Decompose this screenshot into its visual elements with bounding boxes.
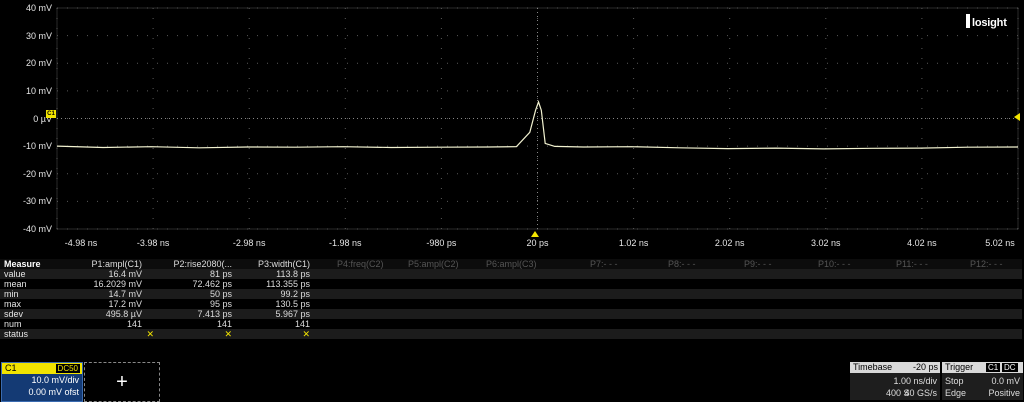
p1-num: 141 [126,319,142,329]
brand-logo: losight [966,14,1007,29]
p3-min: 99.2 ps [280,289,310,299]
timebase-delay: -20 ps [912,362,938,372]
p3-num: 141 [294,319,310,329]
y-tick-label: 20 mV [25,58,52,69]
trigger-slope: Positive [988,388,1020,398]
row-label: max [4,299,22,309]
row-label: sdev [4,309,24,319]
x-tick-label: 5.02 ns [985,238,1015,248]
row-label: min [4,289,19,299]
p2-min: 50 ps [209,289,232,299]
channel-header: C1 DC50 [2,363,82,374]
param-header-p6[interactable]: P6:ampl(C3) [486,259,537,269]
param-header-p4[interactable]: P4:freq(C2) [337,259,384,269]
trigger-source-badge: C1 [986,363,1001,372]
x-tick-label: -2.98 ns [232,238,266,248]
p1-value: 16.4 mV [108,269,142,279]
x-tick-label: -3.98 ns [136,238,170,248]
measure-row-max: max 17.2 mV 95 ps 130.5 ps [0,299,1022,309]
p3-mean: 113.355 ps [266,279,310,289]
param-header-p8[interactable]: P8:- - - [668,259,696,269]
trigger-type: Edge [945,388,967,398]
param-header-p11[interactable]: P11:- - - [896,259,928,269]
param-header-p3[interactable]: P3:width(C1) [258,259,310,269]
x-tick-label: -4.98 ns [64,238,98,248]
x-tick-label: 2.02 ns [714,238,745,248]
y-tick-label: -10 mV [22,141,52,152]
x-tick-label: 3.02 ns [811,238,841,248]
channel-coupling-badge: DC50 [55,364,80,373]
param-header-p1[interactable]: P1:ampl(C1) [91,259,142,269]
trigger-header: Trigger C1 DC [942,362,1023,373]
p1-sdev: 495.8 µV [105,309,142,319]
p2-value: 81 ps [209,269,232,279]
p3-value: 113.8 ps [276,269,310,279]
row-label: value [4,269,26,279]
p1-max: 17.2 mV [108,299,142,309]
p2-status-icon: ✕ [224,329,232,339]
p3-max: 130.5 ps [275,299,310,309]
add-trace-button[interactable]: + [84,362,160,402]
measure-row-min: min 14.7 mV 50 ps 99.2 ps [0,289,1022,299]
p1-status-icon: ✕ [146,329,154,339]
trigger-position-marker-icon[interactable] [531,231,539,237]
trigger-mode: Stop [945,376,964,386]
channel-name: C1 [5,363,17,373]
timebase-header: Timebase -20 ps [850,362,940,373]
row-label: mean [4,279,27,289]
y-tick-label: 30 mV [25,30,52,41]
logo-mark-icon [966,14,970,28]
trigger-coupling-badge: DC [1002,363,1018,372]
measure-row-status: status ✕ ✕ ✕ [0,329,1022,339]
measure-title: Measure [4,259,41,269]
param-header-p7[interactable]: P7:- - - [590,259,618,269]
timebase-tdiv: 1.00 ns/div [893,376,937,386]
y-tick-label: 40 mV [25,3,52,13]
p2-num: 141 [216,319,232,329]
x-tick-label: 4.02 ns [907,238,937,248]
timebase-rate: 40 GS/s [904,388,937,398]
measure-row-num: num 141 141 141 [0,319,1022,329]
y-tick-label: -20 mV [22,168,52,179]
trigger-descriptor[interactable]: Trigger C1 DC Stop 0.0 mV Edge Positive [942,362,1023,400]
param-header-p12[interactable]: P12:- - - [970,259,1003,269]
channel-vdiv: 10.0 mV/div [31,375,79,385]
logo-text: losight [972,17,1007,29]
measure-row-mean: mean 16.2029 mV 72.462 ps 113.355 ps [0,279,1022,289]
y-tick-label: -30 mV [22,196,52,207]
channel-ground-marker[interactable]: C1 [46,110,56,118]
x-tick-label: 20 ps [526,238,549,248]
measure-row-value: value 16.4 mV 81 ps 113.8 ps [0,269,1022,279]
y-tick-label: 10 mV [25,85,52,96]
timebase-descriptor[interactable]: Timebase -20 ps 1.00 ns/div 400 S 40 GS/… [850,362,940,400]
p1-min: 14.7 mV [108,289,142,299]
y-tick-label: -40 mV [22,224,52,234]
x-tick-label: 1.02 ns [618,238,649,248]
measure-row-sdev: sdev 495.8 µV 7.413 ps 5.967 ps [0,309,1022,319]
param-header-p9[interactable]: P9:- - - [744,259,772,269]
p1-mean: 16.2029 mV [93,279,142,289]
channel-descriptor-c1[interactable]: C1 DC50 10.0 mV/div 0.00 mV ofst [1,362,83,402]
param-header-p5[interactable]: P5:ampl(C2) [408,259,459,269]
measure-header-row: Measure P1:ampl(C1) P2:rise2080(... P3:w… [0,259,1022,269]
param-header-p10[interactable]: P10:- - - [818,259,851,269]
p2-sdev: 7.413 ps [197,309,232,319]
p3-status-icon: ✕ [302,329,310,339]
trigger-level-marker-icon[interactable] [1014,113,1020,121]
x-tick-label: -980 ps [426,238,457,248]
x-tick-label: -1.98 ns [329,238,362,248]
waveform-grid [56,7,1019,230]
p3-sdev: 5.967 ps [275,309,310,319]
p2-max: 95 ps [209,299,232,309]
p2-mean: 72.462 ps [192,279,232,289]
param-header-p2[interactable]: P2:rise2080(... [173,259,232,269]
channel-offset: 0.00 mV ofst [28,387,79,397]
trigger-level: 0.0 mV [991,376,1020,386]
timebase-label: Timebase [853,362,893,372]
y-tick-label: 0 µV [33,113,52,124]
trigger-label: Trigger [945,362,974,372]
waveform-display[interactable]: 40 mV 30 mV 20 mV 10 mV 0 µV -10 mV -20 mV -30 … [0,0,1024,258]
row-label: status [4,329,29,339]
row-label: num [4,319,22,329]
